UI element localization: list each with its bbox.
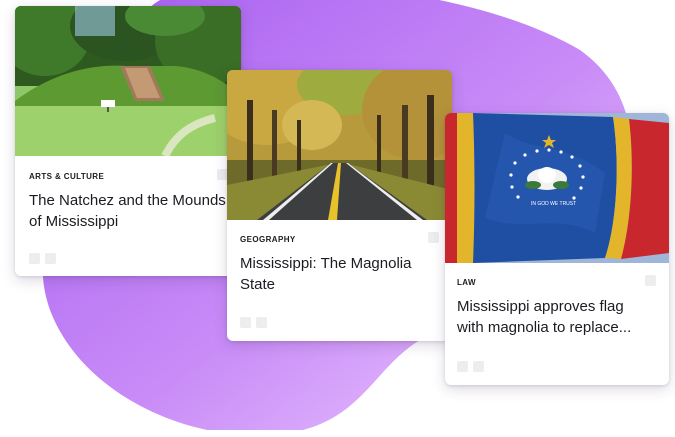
card-title-line: Mississippi approves flag bbox=[457, 298, 624, 315]
card-title-line: of Mississippi bbox=[29, 213, 119, 230]
card-title[interactable]: The Natchez and the Mounds of Mississipp… bbox=[29, 190, 241, 232]
article-card-natchez-mounds[interactable]: ARTS & CULTURE The Natchez and the Mound… bbox=[15, 6, 241, 276]
card-image-mound bbox=[15, 6, 241, 156]
bookmark-placeholder[interactable] bbox=[645, 275, 656, 286]
meta-placeholder bbox=[256, 317, 267, 328]
meta-placeholder bbox=[45, 253, 56, 264]
card-category: ARTS & CULTURE bbox=[29, 172, 105, 181]
card-title[interactable]: Mississippi: The Magnolia State bbox=[240, 253, 445, 295]
meta-placeholder bbox=[29, 253, 40, 264]
card-title-line: The Natchez and the Mounds bbox=[29, 192, 226, 209]
bookmark-placeholder[interactable] bbox=[428, 232, 439, 243]
card-image-flag: IN GOD WE TRUST bbox=[445, 113, 669, 263]
meta-placeholder bbox=[240, 317, 251, 328]
card-image-road bbox=[227, 70, 452, 220]
card-title[interactable]: Mississippi approves flag with magnolia … bbox=[457, 296, 665, 338]
article-card-mississippi-flag[interactable]: IN GOD WE TRUST LAW Mississippi approves… bbox=[445, 113, 669, 385]
flag-motto: IN GOD WE TRUST bbox=[531, 201, 576, 207]
card-category: GEOGRAPHY bbox=[240, 235, 296, 244]
meta-placeholder bbox=[473, 361, 484, 372]
card-title-line: Mississippi: The Magnolia bbox=[240, 255, 412, 272]
card-title-line: with magnolia to replace... bbox=[457, 319, 632, 336]
card-title-line: State bbox=[240, 276, 276, 293]
card-category: LAW bbox=[457, 278, 476, 287]
meta-placeholder bbox=[457, 361, 468, 372]
article-card-magnolia-state[interactable]: GEOGRAPHY Mississippi: The Magnolia Stat… bbox=[227, 70, 452, 341]
